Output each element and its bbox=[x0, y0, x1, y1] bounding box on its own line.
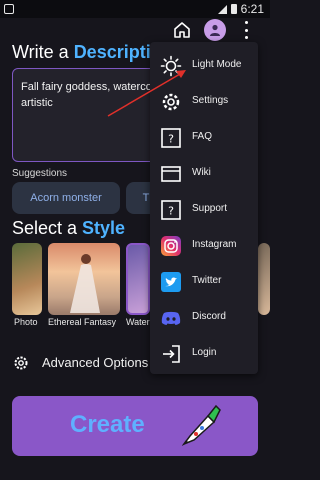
style-title: Select a Style bbox=[12, 218, 125, 239]
help-icon: ? bbox=[161, 200, 181, 220]
status-time: 6:21 bbox=[240, 2, 264, 16]
menu-label: Discord bbox=[192, 311, 226, 322]
svg-text:?: ? bbox=[168, 205, 174, 218]
overflow-menu: Light Mode Settings ? FAQ Wiki ? Support bbox=[150, 42, 258, 374]
menu-item-twitter[interactable]: Twitter bbox=[150, 264, 258, 300]
write-prefix: Write a bbox=[12, 42, 74, 62]
style-thumb-water[interactable] bbox=[126, 243, 150, 315]
menu-item-login[interactable]: Login bbox=[150, 336, 258, 372]
sun-icon bbox=[160, 55, 182, 77]
menu-item-faq[interactable]: ? FAQ bbox=[150, 120, 258, 156]
menu-item-support[interactable]: ? Support bbox=[150, 192, 258, 228]
faq-icon: ? bbox=[161, 128, 181, 148]
menu-label: Wiki bbox=[192, 167, 211, 178]
menu-item-wiki[interactable]: Wiki bbox=[150, 156, 258, 192]
write-title: Write a Description bbox=[12, 42, 173, 63]
status-icons: 6:21 bbox=[217, 2, 264, 16]
style-accent: Style bbox=[82, 218, 126, 238]
create-button[interactable]: Create bbox=[12, 396, 258, 456]
svg-text:?: ? bbox=[168, 133, 174, 146]
twitter-icon bbox=[161, 272, 181, 292]
status-bar: 6:21 bbox=[0, 0, 270, 18]
menu-item-discord[interactable]: Discord bbox=[150, 300, 258, 336]
style-prefix: Select a bbox=[12, 218, 83, 238]
signal-icon bbox=[217, 4, 227, 14]
menu-label: Login bbox=[192, 347, 217, 358]
style-thumb-photo[interactable] bbox=[12, 243, 42, 315]
discord-icon bbox=[161, 311, 181, 325]
instagram-icon bbox=[161, 236, 181, 256]
home-icon[interactable] bbox=[172, 20, 192, 40]
style-label: Ethereal Fantasy bbox=[48, 317, 117, 327]
avatar[interactable] bbox=[204, 19, 226, 41]
menu-item-instagram[interactable]: Instagram bbox=[150, 228, 258, 264]
menu-item-light-mode[interactable]: Light Mode bbox=[150, 48, 258, 84]
suggestion-chip[interactable]: Acorn monster bbox=[12, 182, 120, 214]
person-icon bbox=[210, 24, 220, 36]
advanced-options-label[interactable]: Advanced Options bbox=[42, 355, 148, 370]
menu-label: FAQ bbox=[192, 131, 213, 142]
paintbrush-icon bbox=[181, 404, 221, 446]
style-thumb-ethereal-fantasy[interactable] bbox=[48, 243, 120, 315]
wiki-icon bbox=[161, 166, 181, 182]
menu-label: Light Mode bbox=[192, 59, 242, 70]
battery-icon bbox=[230, 4, 237, 14]
figure-icon bbox=[70, 254, 100, 313]
create-label: Create bbox=[70, 411, 145, 438]
notification-icon bbox=[4, 4, 14, 14]
login-icon bbox=[163, 345, 180, 363]
style-thumb-more[interactable] bbox=[258, 243, 270, 315]
menu-label: Instagram bbox=[192, 239, 237, 250]
suggestions-label: Suggestions bbox=[12, 168, 68, 179]
menu-label: Settings bbox=[192, 95, 229, 106]
more-vert-icon[interactable] bbox=[242, 21, 250, 39]
menu-label: Twitter bbox=[192, 275, 222, 286]
gear-icon bbox=[162, 93, 180, 111]
style-label: Photo bbox=[14, 317, 38, 327]
gear-icon[interactable] bbox=[12, 354, 30, 372]
style-label: Water bbox=[126, 317, 150, 327]
menu-item-settings[interactable]: Settings bbox=[150, 84, 258, 120]
menu-label: Support bbox=[192, 203, 228, 214]
